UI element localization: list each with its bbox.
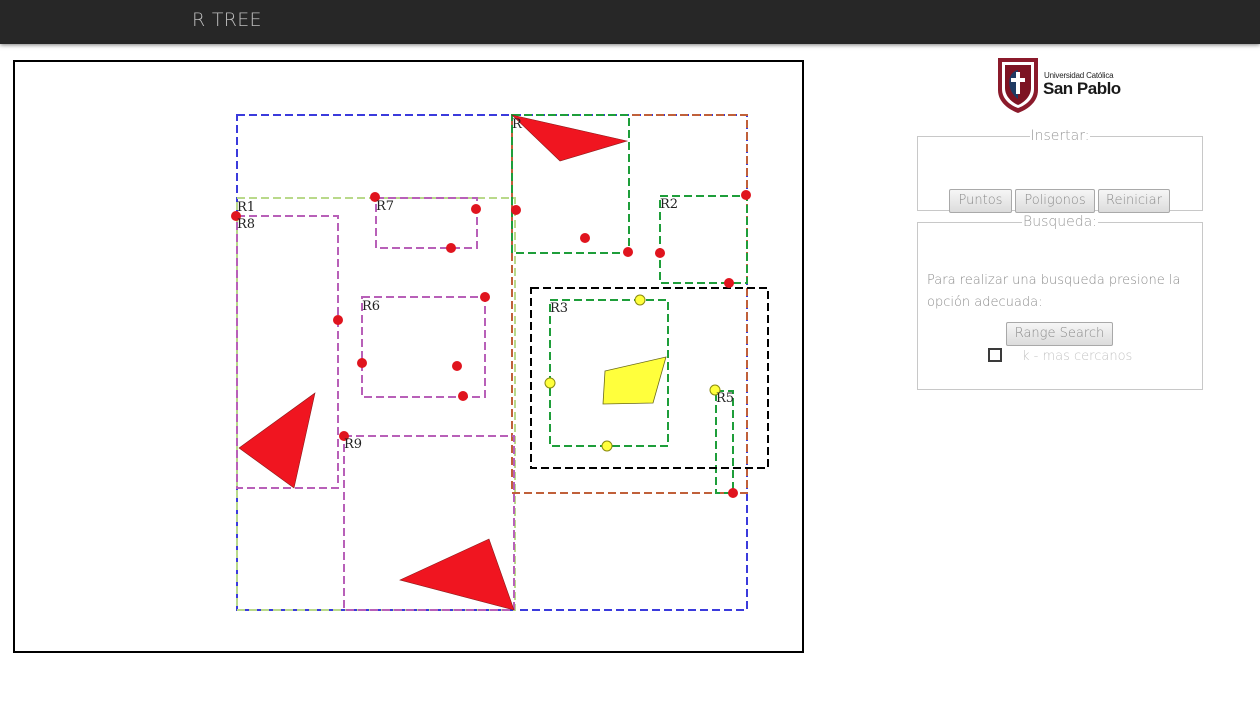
root-mbr	[236, 114, 748, 611]
search-help-text: Para realizar una busqueda presione la o…	[927, 273, 1181, 310]
rtree-drawing[interactable]: R1 R8 R7 R6 R9 R R2 R3 R5	[15, 62, 802, 651]
region-label-r7: R7	[376, 199, 394, 214]
region-label-r2: R2	[660, 197, 678, 212]
shield-crest-icon	[998, 58, 1038, 113]
point	[333, 315, 343, 325]
point	[623, 247, 633, 257]
point	[458, 391, 468, 401]
point	[511, 205, 521, 215]
point	[741, 190, 751, 200]
region-label-r9: R9	[344, 437, 362, 452]
logo-name-line: San Pablo	[1043, 79, 1121, 98]
r6-mbr	[361, 296, 486, 398]
insert-legend: Insertar:	[1030, 128, 1090, 144]
region-label-r3: R3	[550, 301, 568, 316]
top-navbar: R TREE	[0, 0, 1260, 44]
region-label-r1: R1	[237, 200, 255, 215]
polygons-button[interactable]: Poligonos	[1015, 189, 1095, 213]
point	[728, 488, 738, 498]
point-found	[544, 377, 556, 389]
region-label-r5: R5	[716, 391, 734, 406]
point	[446, 243, 456, 253]
polygon-top	[511, 114, 629, 162]
insert-panel: Insertar: Puntos Poligonos Reiniciar	[917, 128, 1203, 213]
polygon-left	[238, 392, 316, 489]
region-label-r6: R6	[362, 299, 380, 314]
knn-label: k - mas cercanos	[1022, 349, 1133, 364]
polygon-found	[602, 356, 667, 405]
search-panel: Busqueda: Para realizar una busqueda pre…	[917, 214, 1203, 390]
points-button[interactable]: Puntos	[949, 189, 1012, 213]
region-label-r-top: R	[512, 117, 523, 132]
polygon-bottom	[399, 538, 515, 611]
point	[357, 358, 367, 368]
range-search-button[interactable]: Range Search	[1006, 322, 1113, 346]
knn-checkbox[interactable]	[988, 348, 1002, 362]
reset-button[interactable]: Reiniciar	[1098, 189, 1170, 213]
app-title: R TREE	[192, 9, 262, 31]
point	[452, 361, 462, 371]
point	[724, 278, 734, 288]
point	[480, 292, 490, 302]
point-found	[601, 440, 613, 452]
point	[580, 233, 590, 243]
r5-mbr	[715, 390, 734, 494]
search-legend: Busqueda:	[1023, 214, 1097, 230]
rtree-canvas[interactable]: R1 R8 R7 R6 R9 R R2 R3 R5	[13, 60, 804, 653]
region-label-r8: R8	[237, 217, 255, 232]
point-found	[634, 294, 646, 306]
point	[655, 248, 665, 258]
university-logo: Universidad Católica San Pablo	[996, 56, 1126, 114]
point	[471, 204, 481, 214]
